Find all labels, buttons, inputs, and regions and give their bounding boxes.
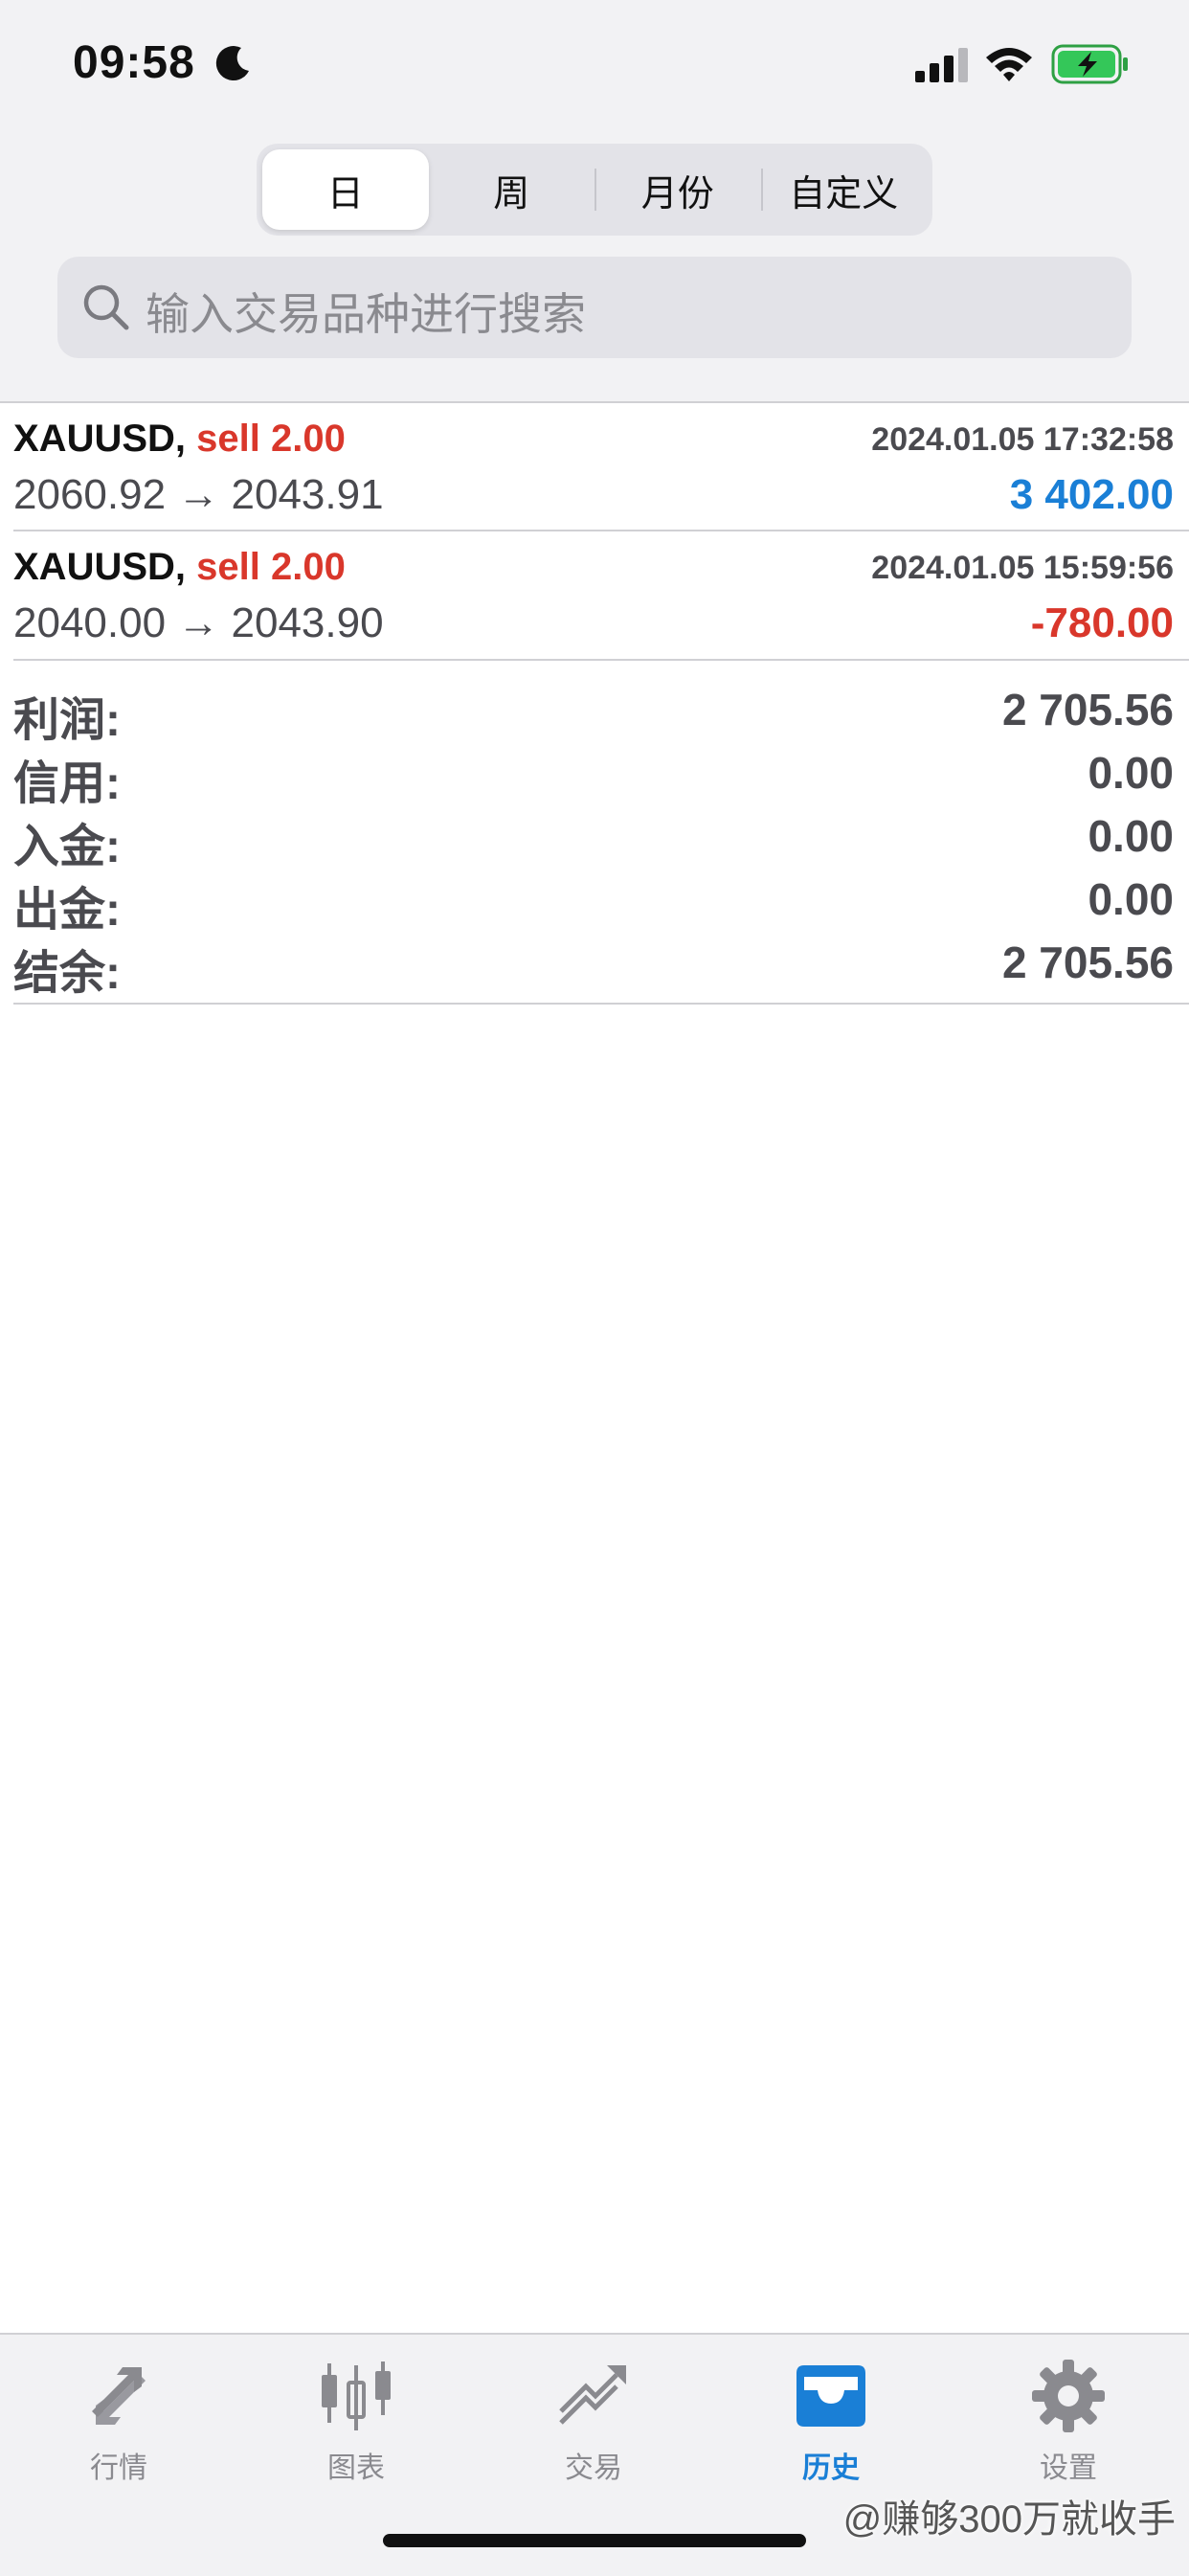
tabbar-label: 设置 <box>1040 2452 1097 2484</box>
summary-credit-row: 信用: 0.00 <box>0 739 1189 809</box>
summary-value: 2 705.56 <box>1001 685 1174 734</box>
tabbar-label: 图表 <box>327 2452 385 2484</box>
deal-time: 2024.01.05 15:59:56 <box>871 550 1174 586</box>
summary-balance-row: 结余: 2 705.56 <box>0 929 1189 999</box>
tabbar-trade[interactable]: 交易 <box>498 2356 689 2499</box>
gear-icon <box>1032 2360 1105 2432</box>
deal-symbol-line: XAUUSD, sell 2.00 <box>13 418 346 461</box>
deal-symbol: XAUUSD, <box>13 418 187 460</box>
summary-value: 0.00 <box>1088 748 1174 798</box>
summary-value: 2 705.56 <box>1001 938 1174 987</box>
deal-profit: -780.00 <box>1030 599 1174 646</box>
search-input[interactable]: 输入交易品种进行搜索 <box>57 257 1132 358</box>
summary-withdrawal-row: 出金: 0.00 <box>0 866 1189 936</box>
wifi-icon <box>986 48 1032 81</box>
tabbar-settings[interactable]: 设置 <box>973 2356 1164 2499</box>
battery-charging-icon <box>1051 44 1128 84</box>
divider <box>13 659 1189 661</box>
status-bar: 09:58 <box>0 0 1189 134</box>
deal-type: sell 2.00 <box>196 418 346 460</box>
tabbar-label: 交易 <box>565 2452 622 2484</box>
tabbar-quotes[interactable]: 行情 <box>23 2356 214 2499</box>
deal-profit: 3 402.00 <box>1009 471 1174 518</box>
watermark-text: @赚够300万就收手 <box>842 2498 1176 2541</box>
tab-month[interactable]: 月份 <box>594 149 761 230</box>
tabbar-charts[interactable]: 图表 <box>260 2356 452 2499</box>
deal-type: sell 2.00 <box>196 546 346 588</box>
search-icon <box>83 284 129 330</box>
summary-value: 0.00 <box>1088 874 1174 924</box>
history-inbox-icon <box>796 2365 865 2427</box>
candlestick-chart-icon <box>322 2361 391 2430</box>
deal-prices: 2060.92 → 2043.91 <box>13 471 384 518</box>
home-indicator[interactable] <box>383 2534 806 2547</box>
divider <box>0 401 1189 403</box>
deal-time: 2024.01.05 17:32:58 <box>871 421 1174 458</box>
deal-prices: 2040.00 → 2043.90 <box>13 599 384 646</box>
tab-week[interactable]: 周 <box>429 149 595 230</box>
deal-row[interactable]: XAUUSD, sell 2.00 2024.01.05 15:59:56 20… <box>0 532 1189 659</box>
period-segmented-control: 日 周 月份 自定义 <box>257 144 932 236</box>
status-time: 09:58 <box>73 37 195 88</box>
header-area: 09:58 日 周 月份 自定义 输入交易品种进行搜索 <box>0 0 1189 402</box>
quotes-arrows-icon <box>92 2367 146 2425</box>
tab-day[interactable]: 日 <box>262 149 429 230</box>
tabbar-history[interactable]: 历史 <box>735 2356 927 2499</box>
search-placeholder: 输入交易品种进行搜索 <box>146 289 586 339</box>
divider <box>13 1003 1189 1005</box>
tabbar-label: 历史 <box>802 2452 860 2484</box>
summary-profit-row: 利润: 2 705.56 <box>0 676 1189 746</box>
tabbar-label: 行情 <box>90 2452 147 2484</box>
divider <box>13 530 1189 531</box>
summary-deposit-row: 入金: 0.00 <box>0 802 1189 872</box>
summary-value: 0.00 <box>1088 811 1174 861</box>
summary-label: 结余: <box>13 948 121 999</box>
trade-trend-icon <box>559 2365 626 2425</box>
moon-icon <box>215 46 249 81</box>
deal-symbol: XAUUSD, <box>13 546 187 588</box>
cellular-signal-icon <box>915 48 968 82</box>
tab-custom[interactable]: 自定义 <box>760 149 928 230</box>
deal-row[interactable]: XAUUSD, sell 2.00 2024.01.05 17:32:58 20… <box>0 404 1189 531</box>
deal-symbol-line: XAUUSD, sell 2.00 <box>13 546 346 589</box>
